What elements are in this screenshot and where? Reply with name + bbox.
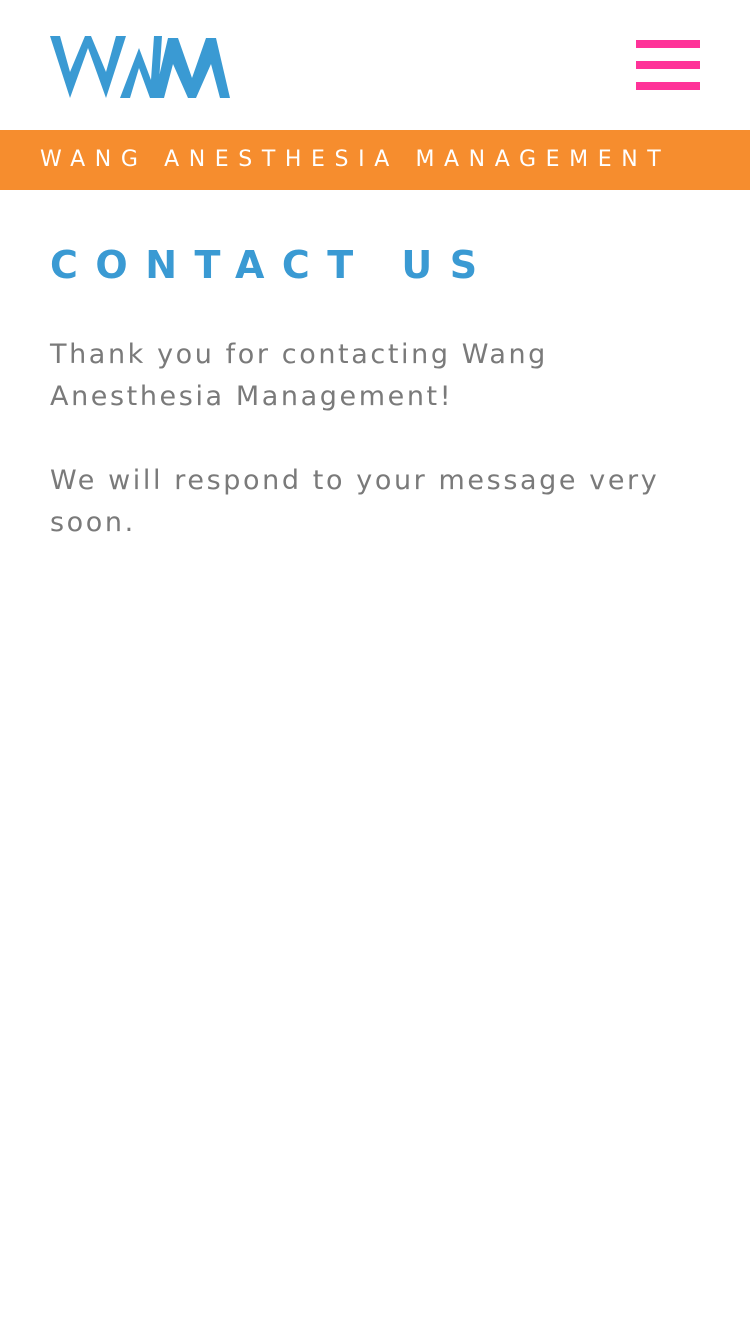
- banner-text: WANG ANESTHESIA MANAGEMENT: [40, 147, 671, 172]
- site-header: [0, 0, 750, 130]
- wam-logo-icon: [50, 36, 230, 98]
- main-content: CONTACT US Thank you for contacting Wang…: [50, 240, 690, 544]
- menu-bar-middle: [636, 61, 700, 69]
- thank-you-message: Thank you for contacting Wang Anesthesia…: [50, 339, 548, 412]
- page-title: CONTACT US: [50, 243, 495, 287]
- response-message: We will respond to your message very soo…: [50, 465, 660, 538]
- wam-logo[interactable]: [50, 34, 230, 100]
- menu-bar-bottom: [636, 82, 700, 90]
- menu-bar-top: [636, 40, 700, 48]
- menu-button[interactable]: [636, 40, 700, 90]
- brand-banner: WANG ANESTHESIA MANAGEMENT: [0, 130, 750, 190]
